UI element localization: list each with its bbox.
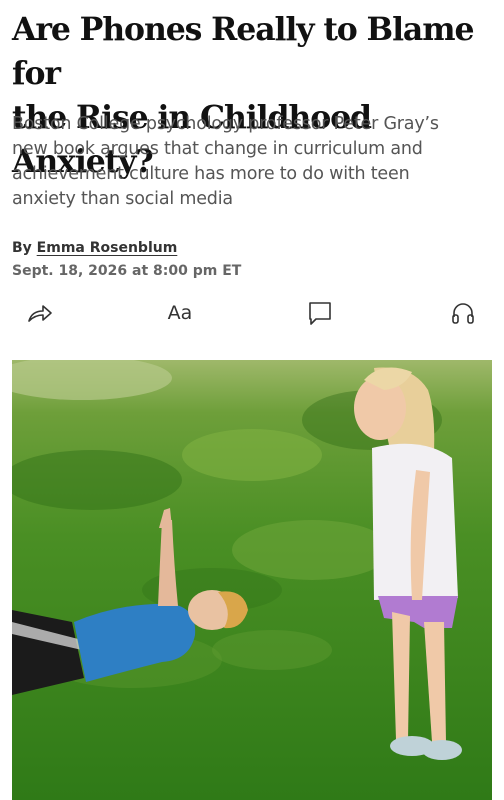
byline-prefix: By [12,240,37,256]
share-arrow-icon [28,305,52,322]
text-size-label: Aa [167,302,193,324]
article-toolbar: Aa [0,296,504,330]
hero-photo-illustration [12,360,492,800]
headline-line-1: Are Phones Really to Blame for [12,11,475,92]
listen-button[interactable] [446,296,480,330]
dek-line: anxiety than social media [12,189,233,209]
author-link[interactable]: Emma Rosenblum [37,240,178,256]
comments-button[interactable] [304,296,336,330]
dek-line: Boston College psychology professor Pete… [12,114,439,134]
article-dek: Boston College psychology professor Pete… [12,112,496,212]
byline: By Emma Rosenblum [12,240,177,256]
publish-date: Sept. 18, 2026 at 8:00 pm ET [12,263,242,279]
hero-photo [12,360,492,800]
share-button[interactable] [22,296,58,330]
comment-icon [309,302,331,325]
text-size-button[interactable]: Aa [160,296,200,330]
dek-line: new book argues that change in curriculu… [12,139,423,159]
dek-line: achievement culture has more to do with … [12,164,410,184]
headphones-icon [452,303,474,324]
